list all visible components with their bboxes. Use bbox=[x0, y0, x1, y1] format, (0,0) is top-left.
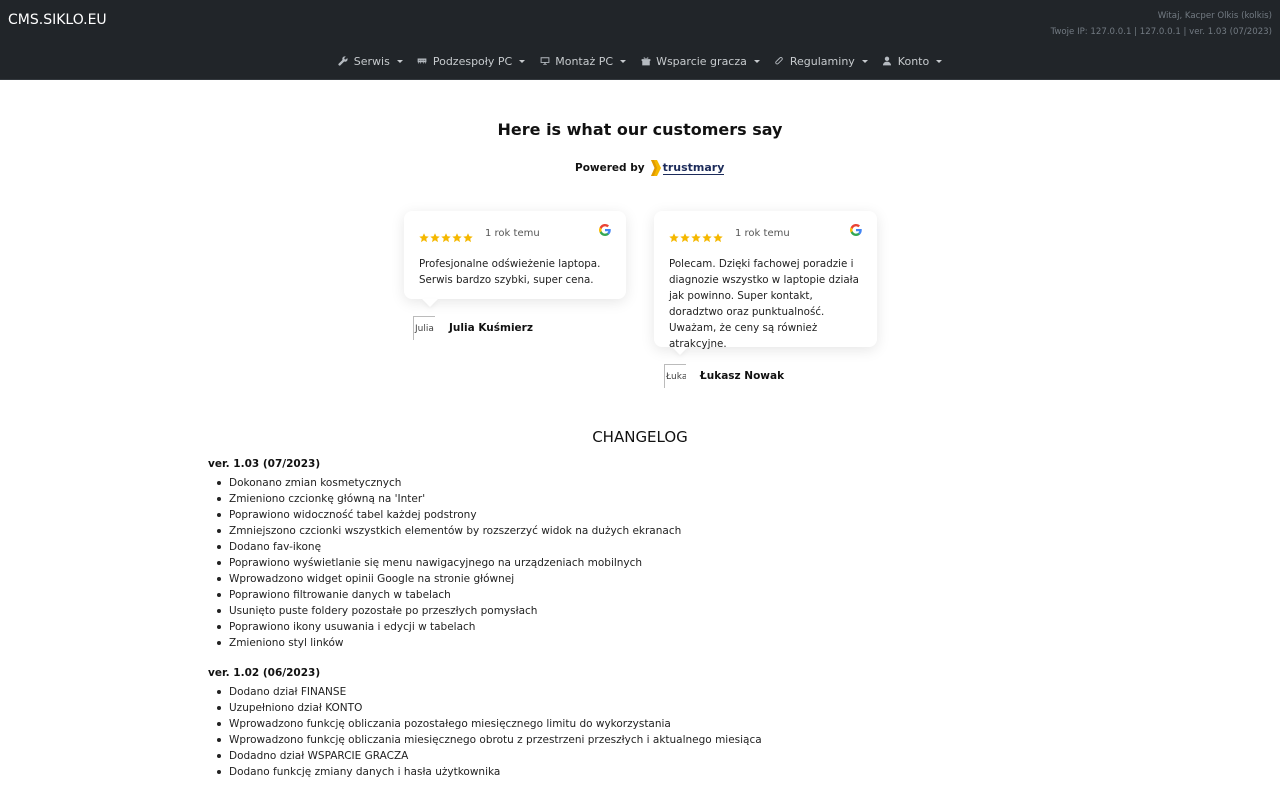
menu-item-label: Podzespoły PC bbox=[432, 54, 513, 68]
change-item: Poprawiono wyświetlanie się menu nawigac… bbox=[208, 555, 1068, 571]
change-item: Zmieniono czcionkę główną na 'Inter' bbox=[208, 491, 1068, 507]
menu-item-podzespoly[interactable]: Podzespoły PC bbox=[417, 50, 526, 72]
review-card: 1 rok temu Profesjonalne odświeżenie lap… bbox=[404, 211, 626, 299]
caret-down-icon bbox=[936, 59, 943, 63]
change-item: Poprawiono ikony usuwania i edycji w tab… bbox=[208, 619, 1068, 635]
menu-item-konto[interactable]: Konto bbox=[882, 50, 943, 72]
caret-down-icon bbox=[620, 59, 627, 63]
star-icon bbox=[702, 228, 712, 243]
review-text: Polecam. Dzięki fachowej poradzie i diag… bbox=[669, 258, 859, 350]
review-date: 1 rok temu bbox=[485, 227, 540, 239]
change-item: Dokonano zmian kosmetycznych bbox=[208, 475, 1068, 491]
star-icon bbox=[669, 228, 679, 243]
review-date: 1 rok temu bbox=[735, 227, 790, 239]
powered-by[interactable]: Powered by trustmary bbox=[575, 158, 725, 178]
menu-item-label: Montaż PC bbox=[555, 54, 614, 68]
star-icon bbox=[452, 228, 462, 243]
author-name: Łukasz Nowak bbox=[700, 370, 785, 382]
review-author: Julia Julia Kuśmierz bbox=[413, 316, 533, 340]
star-icon bbox=[430, 228, 440, 243]
trustmary-label: trustmary bbox=[662, 160, 725, 175]
changelog-title: CHANGELOG bbox=[592, 428, 688, 446]
star-icon bbox=[691, 228, 701, 243]
powered-by-label: Powered by bbox=[575, 162, 645, 174]
google-icon bbox=[850, 224, 862, 236]
main-menu: Serwis Podzespoły PC Montaż PC Wsparcie … bbox=[0, 50, 1280, 72]
menu-item-label: Wsparcie gracza bbox=[656, 54, 747, 68]
star-icon bbox=[713, 228, 723, 243]
change-item: Wprowadzono widget opinii Google na stro… bbox=[208, 571, 1068, 587]
brand-link[interactable]: CMS.SIKLO.EU bbox=[8, 12, 107, 28]
paperclip-icon bbox=[774, 56, 785, 67]
star-icon bbox=[419, 228, 429, 243]
change-item: Zmieniono styl linków bbox=[208, 635, 1068, 651]
change-item: Poprawiono filtrowanie danych w tabelach bbox=[208, 587, 1068, 603]
star-icon bbox=[441, 228, 451, 243]
menu-item-wsparcie[interactable]: Wsparcie gracza bbox=[640, 50, 760, 72]
caret-down-icon bbox=[861, 59, 868, 63]
user-icon bbox=[882, 56, 893, 67]
desktop-icon bbox=[539, 56, 550, 67]
caret-down-icon bbox=[396, 59, 403, 63]
menu-item-label: Regulaminy bbox=[789, 54, 855, 68]
menu-item-label: Serwis bbox=[353, 54, 390, 68]
avatar: Julia bbox=[413, 316, 435, 340]
caret-down-icon bbox=[519, 59, 526, 63]
wrench-icon bbox=[338, 56, 349, 67]
star-icon bbox=[680, 228, 690, 243]
memory-icon bbox=[417, 56, 428, 67]
author-name: Julia Kuśmierz bbox=[449, 322, 533, 334]
change-item: Dodadno dział WSPARCIE GRACZA bbox=[208, 748, 1068, 764]
rating-stars bbox=[669, 228, 723, 243]
menu-item-regulaminy[interactable]: Regulaminy bbox=[774, 50, 868, 72]
review-text: Profesjonalne odświeżenie laptopa. Serwi… bbox=[419, 258, 601, 286]
change-item: Dodano fav-ikonę bbox=[208, 539, 1068, 555]
star-icon bbox=[463, 228, 473, 243]
version-heading: ver. 1.02 (06/2023) bbox=[208, 667, 321, 679]
version-heading: ver. 1.03 (07/2023) bbox=[208, 458, 321, 470]
review-card: 1 rok temu Polecam. Dzięki fachowej pora… bbox=[654, 211, 877, 350]
menu-item-label: Konto bbox=[897, 54, 930, 68]
change-item: Wprowadzono funkcję obliczania miesięczn… bbox=[208, 732, 1068, 748]
reviews-title: Here is what our customers say bbox=[497, 120, 783, 139]
ip-info-text: Twoje IP: 127.0.0.1 | 127.0.0.1 | ver. 1… bbox=[1050, 27, 1272, 37]
trustmary-mark-icon bbox=[650, 160, 661, 176]
change-item: Poprawiono widoczność tabel każdej podst… bbox=[208, 507, 1068, 523]
change-item: Wprowadzono funkcję obliczania pozostałe… bbox=[208, 716, 1068, 732]
menu-item-montaz[interactable]: Montaż PC bbox=[539, 50, 627, 72]
user-info: Witaj, Kacper Olkis (kolkis) Twoje IP: 1… bbox=[1051, 8, 1272, 40]
changelog: ver. 1.03 (07/2023) Dokonano zmian kosme… bbox=[208, 456, 1068, 794]
change-item: Uzupełniono dział KONTO bbox=[208, 700, 1068, 716]
change-item: Dodano funkcję zmiany danych i hasła uży… bbox=[208, 764, 1068, 780]
change-item: Dodano dział FINANSE bbox=[208, 684, 1068, 700]
rating-stars bbox=[419, 228, 473, 243]
review-author: Łukasz Łukasz Nowak bbox=[664, 364, 784, 388]
gift-icon bbox=[640, 56, 651, 67]
trustmary-logo: trustmary bbox=[650, 160, 725, 176]
change-list: Dodano dział FINANSE Uzupełniono dział K… bbox=[208, 684, 1068, 780]
greeting-text: Witaj, Kacper Olkis (kolkis) bbox=[1157, 11, 1272, 21]
change-item: Zmniejszono czcionki wszystkich elementó… bbox=[208, 523, 1068, 539]
change-item: Usunięto puste foldery pozostałe po prze… bbox=[208, 603, 1068, 619]
change-list: Dokonano zmian kosmetycznych Zmieniono c… bbox=[208, 475, 1068, 651]
avatar: Łukasz bbox=[664, 364, 686, 388]
top-navbar: CMS.SIKLO.EU Witaj, Kacper Olkis (kolkis… bbox=[0, 0, 1280, 80]
caret-down-icon bbox=[753, 59, 760, 63]
google-icon bbox=[599, 224, 611, 236]
menu-item-serwis[interactable]: Serwis bbox=[338, 50, 403, 72]
